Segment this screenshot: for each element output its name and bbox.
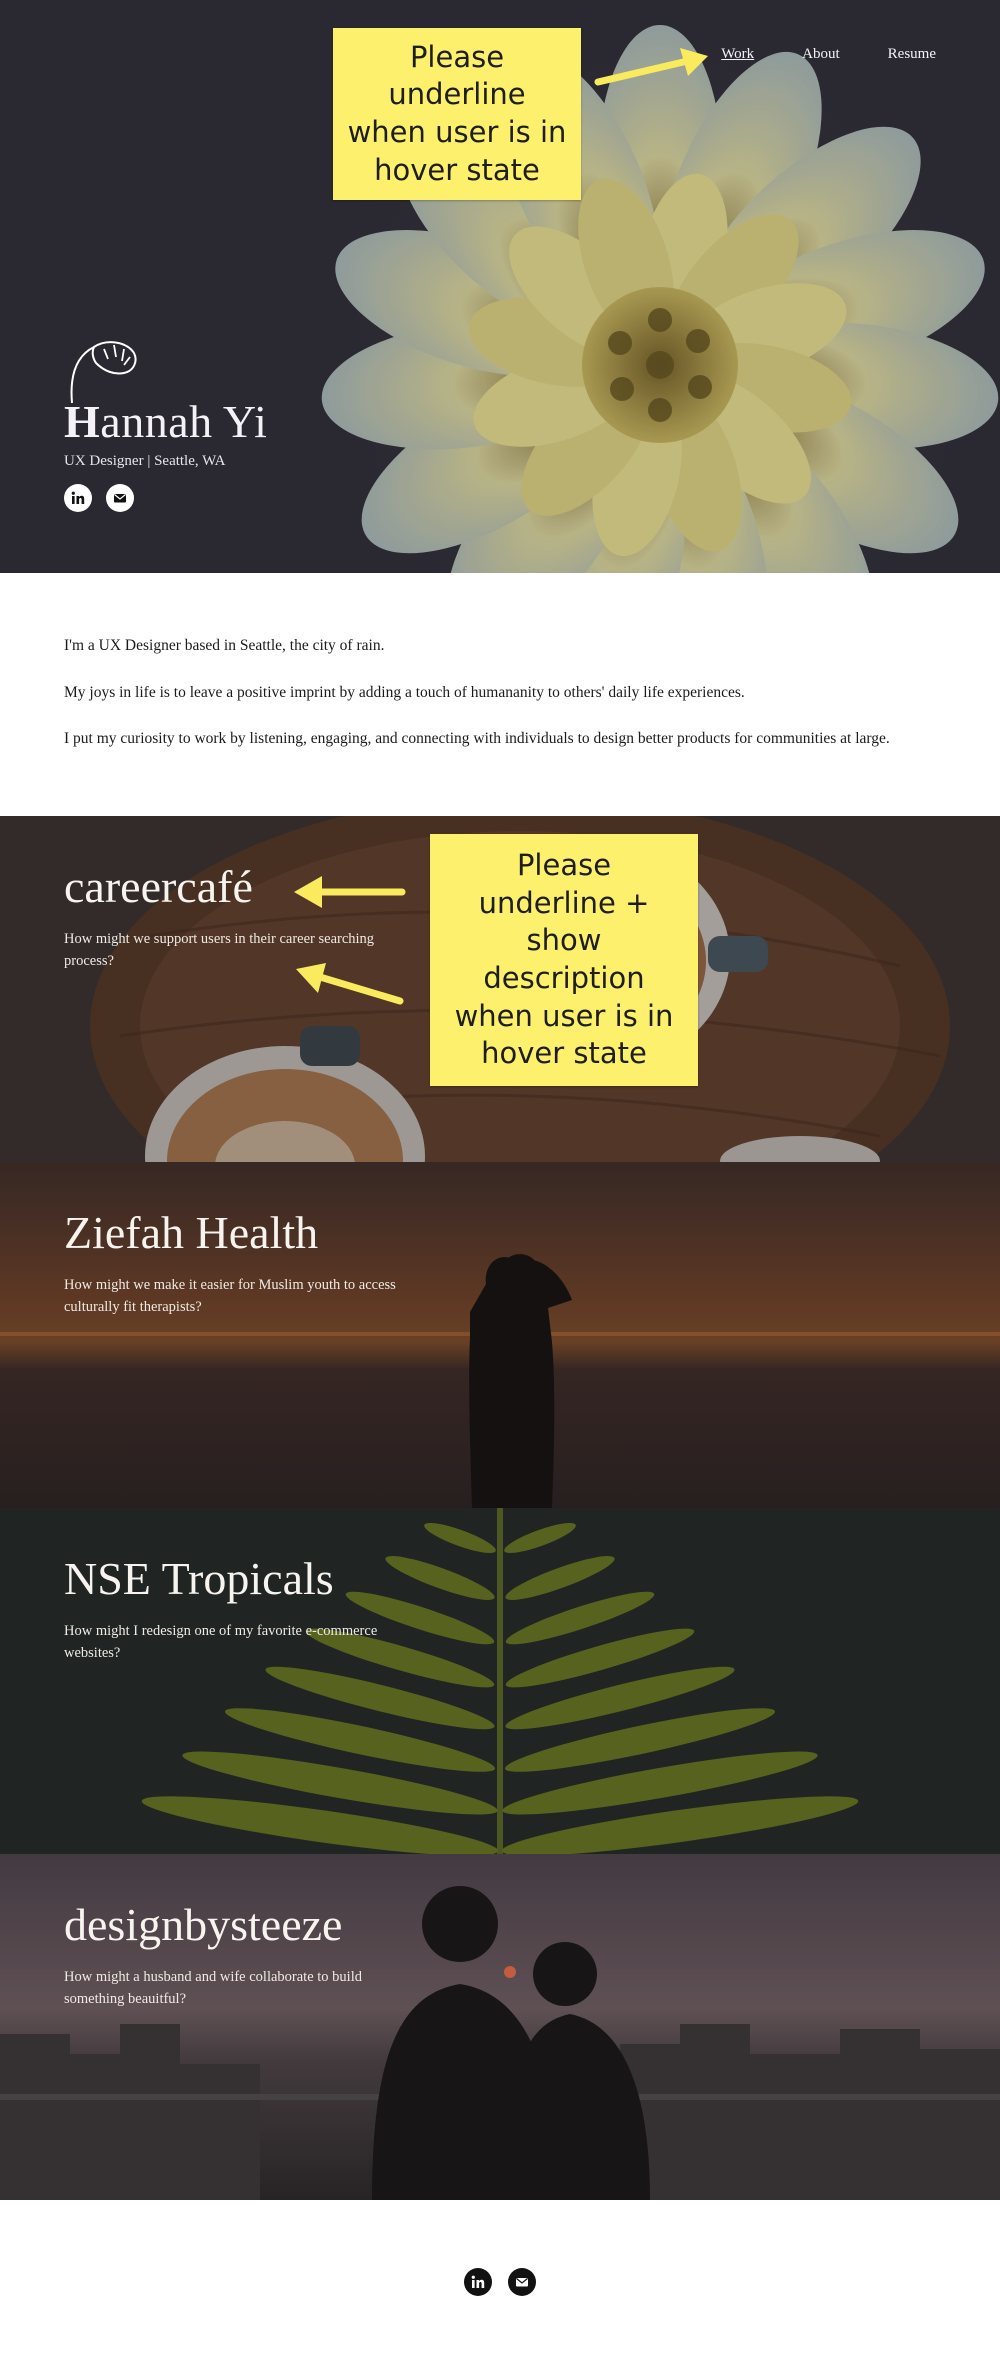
intro-paragraph-1: I'm a UX Designer based in Seattle, the … — [64, 637, 385, 654]
arrow-to-project-description-icon — [296, 963, 404, 1005]
hero-subtitle: UX Designer | Seattle, WA — [64, 453, 226, 469]
project-title: careercafé — [64, 861, 253, 912]
linkedin-icon[interactable] — [464, 2267, 492, 2296]
mail-icon[interactable] — [106, 484, 134, 512]
annotation-note-nav-hover: Please underline when user is in hover s… — [333, 28, 581, 200]
nav-about-link[interactable]: About — [802, 46, 840, 63]
project-title: Ziefah Health — [64, 1207, 319, 1258]
annotation-note-project-hover: Please underline + show description when… — [430, 834, 698, 1086]
nav-resume-link[interactable]: Resume — [888, 46, 936, 63]
project-card-nse-tropicals[interactable]: NSE Tropicals How might I redesign one o… — [0, 1508, 1000, 1854]
hero-name: Hannah Yi — [64, 396, 268, 447]
project-description: How might we make it easier for Muslim y… — [64, 1277, 396, 1316]
intro-paragraph-3: I put my curiosity to work by listening,… — [64, 730, 890, 748]
intro-paragraph-2: My joys in life is to leave a positive i… — [64, 683, 745, 701]
project-title: NSE Tropicals — [64, 1553, 334, 1604]
footer — [0, 2200, 1000, 2363]
monstera-leaf-logo — [70, 341, 137, 404]
mail-icon[interactable] — [508, 2267, 536, 2296]
brand-block: Hannah Yi UX Designer | Seattle, WA — [64, 335, 267, 512]
arrow-to-project-title-icon — [294, 876, 406, 908]
hero-socials — [64, 484, 267, 512]
linkedin-icon[interactable] — [64, 484, 92, 512]
project-card-ziefah-health[interactable]: Ziefah Health How might we make it easie… — [0, 1162, 1000, 1508]
project-description: How might I redesign one of my favorite … — [64, 1623, 378, 1662]
top-nav: Work About Resume — [721, 46, 936, 63]
project-card-designbysteeze[interactable]: designbysteeze How might a husband and w… — [0, 1854, 1000, 2200]
nav-work-link[interactable]: Work — [721, 46, 754, 63]
arrow-to-nav-icon — [594, 48, 708, 86]
project-title: designbysteeze — [64, 1899, 343, 1950]
project-description: How might a husband and wife collaborate… — [64, 1969, 362, 2008]
intro-section: I'm a UX Designer based in Seattle, the … — [0, 573, 1000, 816]
